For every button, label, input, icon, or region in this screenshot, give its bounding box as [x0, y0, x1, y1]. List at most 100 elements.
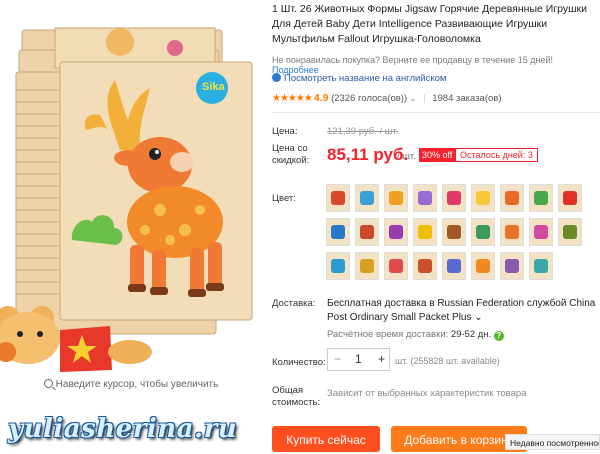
swatch-thumbnail [505, 191, 519, 205]
swatch-thumbnail [389, 191, 403, 205]
discount-badge: 30% off [419, 148, 456, 162]
color-swatch[interactable] [558, 184, 582, 212]
product-title: 1 Шт. 26 Животных Формы Jigsaw Горячие Д… [272, 3, 587, 45]
color-swatch[interactable] [529, 252, 553, 280]
globe-icon [272, 73, 281, 82]
per-unit-label: / шт. [397, 151, 416, 162]
color-swatch[interactable] [384, 218, 408, 246]
decrement-button[interactable]: − [334, 352, 341, 366]
color-swatch[interactable] [500, 218, 524, 246]
color-swatch[interactable] [413, 218, 437, 246]
swatch-thumbnail [447, 225, 461, 239]
guarantee-text: Не понравилась покупка? Верните ее прода… [272, 55, 553, 65]
swatch-thumbnail [360, 259, 374, 273]
color-label: Цвет: [272, 193, 296, 204]
available-stock: шт. (255828 шт. available) [395, 356, 500, 366]
rating-value: 4.9 [313, 92, 329, 104]
swatch-thumbnail [418, 225, 432, 239]
puzzle-illustration [0, 27, 253, 372]
swatch-thumbnail [331, 225, 345, 239]
swatch-thumbnail [563, 225, 577, 239]
chevron-down-icon[interactable]: ⌄ [410, 94, 417, 103]
price-label: Цена: [272, 126, 298, 137]
quantity-stepper: − 1 + [327, 348, 390, 371]
magnifier-icon [43, 379, 53, 388]
translate-title-link[interactable]: Посмотреть название на английском [272, 73, 446, 84]
swatch-thumbnail [447, 259, 461, 273]
swatch-thumbnail [389, 259, 403, 273]
orders-count: 1984 заказа(ов) [432, 93, 502, 104]
color-swatch[interactable] [355, 218, 379, 246]
swatch-thumbnail [534, 225, 548, 239]
quantity-input[interactable]: 1 [355, 352, 362, 366]
return-guarantee: Не понравилась покупка? Верните ее прода… [272, 55, 600, 75]
swatch-thumbnail [476, 259, 490, 273]
old-price: 121,39 руб. / шт. [327, 126, 399, 137]
color-swatch[interactable] [471, 252, 495, 280]
swatch-thumbnail [534, 259, 548, 273]
shipping-text: Бесплатная доставка в Russian Federation… [327, 298, 596, 323]
recently-viewed-tab[interactable]: Недавно посмотренное [505, 434, 600, 450]
swatch-thumbnail [534, 191, 548, 205]
color-swatch[interactable] [471, 218, 495, 246]
delivery-time-label: Расчётное время доставки: [327, 329, 449, 340]
product-gallery: Sika Наведите курсор, чтобы увеличить [0, 0, 262, 450]
color-swatch[interactable] [442, 252, 466, 280]
swatch-thumbnail [331, 191, 345, 205]
color-swatch[interactable] [384, 184, 408, 212]
swatch-thumbnail [505, 259, 519, 273]
discount-price-label: Цена со скидкой: [272, 143, 310, 166]
color-swatch[interactable] [442, 184, 466, 212]
sika-badge: Sika [202, 81, 225, 93]
swatch-thumbnail [476, 225, 490, 239]
total-label: Общая стоимость: [272, 385, 321, 408]
rating-votes[interactable]: (2326 голоса(ов)) [331, 93, 407, 104]
rating-row: ★★★★★ 4.9 (2326 голоса(ов)) ⌄ | 1984 зака… [272, 92, 502, 104]
rating-stars-icon: ★★★★★ [272, 93, 313, 104]
color-swatch[interactable] [500, 252, 524, 280]
swatch-thumbnail [418, 191, 432, 205]
swatch-thumbnail [476, 191, 490, 205]
help-icon[interactable]: ? [493, 331, 504, 341]
quantity-label: Количество: [272, 357, 326, 368]
chevron-down-icon[interactable]: ⌄ [474, 312, 482, 323]
site-watermark: yuliasherina.ru [8, 414, 238, 444]
swatch-thumbnail [447, 191, 461, 205]
shipping-label: Доставка: [272, 298, 316, 309]
zoom-hint-text: Наведите курсор, чтобы увеличить [55, 379, 219, 390]
product-main-image[interactable]: Sika [0, 0, 262, 375]
color-swatch[interactable] [500, 184, 524, 212]
product-details: 1 Шт. 26 Животных Формы Jigsaw Горячие Д… [272, 0, 600, 452]
shipping-method[interactable]: Бесплатная доставка в Russian Federation… [327, 297, 597, 325]
divider [272, 112, 600, 113]
color-swatch[interactable] [558, 218, 582, 246]
increment-button[interactable]: + [378, 352, 385, 366]
days-left-badge: Осталось дней: 3 [455, 148, 538, 162]
color-swatch[interactable] [355, 184, 379, 212]
swatch-thumbnail [389, 225, 403, 239]
color-swatch[interactable] [529, 184, 553, 212]
color-swatch[interactable] [326, 218, 350, 246]
swatch-thumbnail [418, 259, 432, 273]
buy-now-button[interactable]: Купить сейчас [272, 426, 380, 452]
swatch-thumbnail [563, 191, 577, 205]
zoom-hint: Наведите курсор, чтобы увеличить [0, 379, 262, 390]
color-swatch[interactable] [413, 252, 437, 280]
delivery-time-value: 29-52 дн. [450, 329, 492, 340]
delivery-time: Расчётное время доставки: 29-52 дн. ? [327, 329, 504, 341]
color-swatch[interactable] [326, 252, 350, 280]
total-value: Зависит от выбранных характеристик товар… [327, 388, 527, 399]
swatch-thumbnail [360, 191, 374, 205]
separator: | [423, 93, 426, 104]
color-swatch[interactable] [529, 218, 553, 246]
swatch-thumbnail [331, 259, 345, 273]
translate-title-text: Посмотреть название на английском [284, 73, 447, 84]
discount-price: 85,11 руб. [327, 145, 409, 164]
color-swatch[interactable] [471, 184, 495, 212]
color-swatch[interactable] [355, 252, 379, 280]
swatch-thumbnail [360, 225, 374, 239]
color-swatch[interactable] [442, 218, 466, 246]
color-swatch[interactable] [326, 184, 350, 212]
color-swatch[interactable] [413, 184, 437, 212]
color-swatch[interactable] [384, 252, 408, 280]
